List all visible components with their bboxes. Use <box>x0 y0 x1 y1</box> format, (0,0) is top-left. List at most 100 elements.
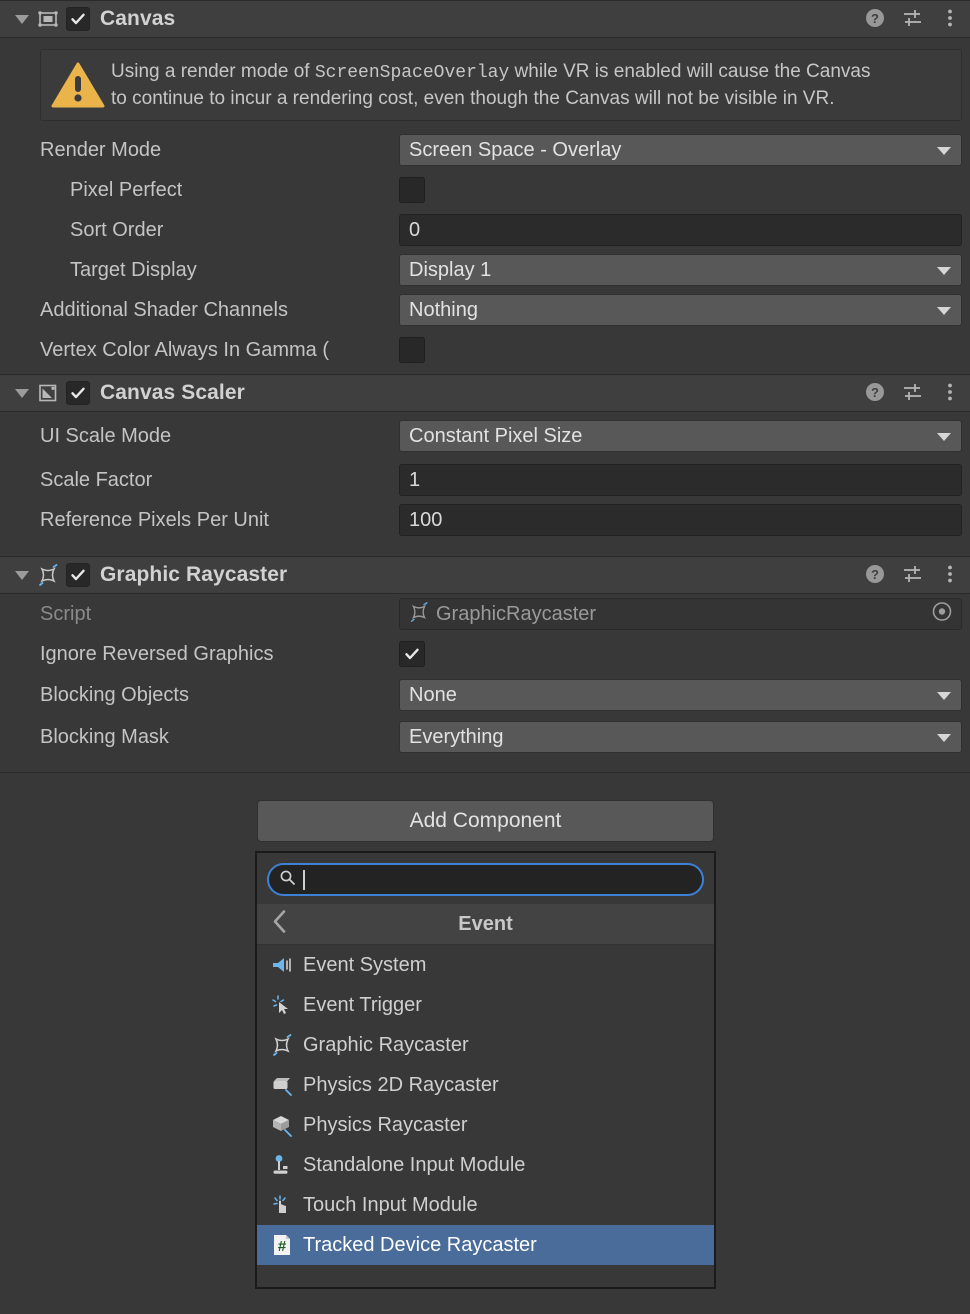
dropdown-nav-bar[interactable]: Event <box>257 904 714 945</box>
target-display-dropdown[interactable]: Display 1 <box>399 254 962 286</box>
input-value: 1 <box>409 469 420 492</box>
blocking-objects-dropdown[interactable]: None <box>399 679 962 711</box>
list-item[interactable]: Physics Raycaster <box>257 1105 714 1145</box>
pixel-perfect-checkbox[interactable] <box>399 177 425 203</box>
input-value: 100 <box>409 509 442 532</box>
chevron-down-icon <box>937 692 951 700</box>
dropdown-value: Screen Space - Overlay <box>409 139 621 162</box>
foldout-arrow-canvas-scaler[interactable] <box>12 374 32 412</box>
property-label: Scale Factor <box>0 469 152 492</box>
preset-icon[interactable] <box>902 7 924 34</box>
chevron-down-icon <box>937 433 951 441</box>
property-row-additional-shader-channels: Additional Shader Channels Nothing <box>0 290 970 330</box>
add-component-area: Add Component Event <box>0 773 970 1281</box>
blocking-mask-dropdown[interactable]: Everything <box>399 721 962 753</box>
kebab-menu-icon[interactable] <box>940 381 960 408</box>
add-component-dropdown-panel: Event Event System <box>255 851 716 1289</box>
search-icon <box>279 869 296 891</box>
scale-factor-input[interactable]: 1 <box>399 464 962 496</box>
search-row <box>257 853 714 904</box>
property-row-blocking-mask: Blocking Mask Everything <box>0 716 970 758</box>
script-object-field[interactable]: GraphicRaycaster <box>399 598 962 630</box>
enabled-checkbox-graphic-raycaster[interactable] <box>66 563 90 587</box>
enabled-checkbox-canvas[interactable] <box>66 7 90 31</box>
component-body-canvas-scaler: UI Scale Mode Constant Pixel Size Scale … <box>0 412 970 556</box>
list-item-label: Touch Input Module <box>303 1194 478 1217</box>
panel-footer <box>257 1265 714 1287</box>
property-row-ignore-reversed-graphics: Ignore Reversed Graphics <box>0 634 970 674</box>
property-row-render-mode: Render Mode Screen Space - Overlay <box>0 130 970 170</box>
search-input[interactable] <box>267 863 704 896</box>
sort-order-input[interactable]: 0 <box>399 214 962 246</box>
list-item-label: Event System <box>303 954 426 977</box>
add-component-button[interactable]: Add Component <box>257 800 714 842</box>
component-header-canvas[interactable]: Canvas ? <box>0 0 970 38</box>
property-label: Pixel Perfect <box>0 179 182 202</box>
list-item-label: Standalone Input Module <box>303 1154 525 1177</box>
property-row-vertex-color-gamma: Vertex Color Always In Gamma ( <box>0 330 970 370</box>
property-row-script: Script GraphicRaycaster <box>0 594 970 634</box>
help-icon[interactable]: ? <box>864 563 886 590</box>
property-row-ui-scale-mode: UI Scale Mode Constant Pixel Size <box>0 412 970 460</box>
warning-icon <box>49 61 107 109</box>
chevron-down-icon <box>937 147 951 155</box>
additional-shader-channels-dropdown[interactable]: Nothing <box>399 294 962 326</box>
help-icon[interactable]: ? <box>864 7 886 34</box>
warning-text: Using a render mode of ScreenSpaceOverla… <box>111 59 870 112</box>
property-row-reference-pixels-per-unit: Reference Pixels Per Unit 100 <box>0 500 970 540</box>
event-system-icon <box>269 952 295 978</box>
standalone-input-module-icon <box>269 1152 295 1178</box>
list-item[interactable]: # Tracked Device Raycaster <box>257 1225 714 1265</box>
physics-raycaster-icon <box>269 1112 295 1138</box>
component-header-canvas-scaler[interactable]: Canvas Scaler ? <box>0 374 970 412</box>
kebab-menu-icon[interactable] <box>940 7 960 34</box>
object-picker-icon[interactable] <box>931 601 953 628</box>
list-item[interactable]: Physics 2D Raycaster <box>257 1065 714 1105</box>
list-item-label: Tracked Device Raycaster <box>303 1234 537 1257</box>
list-item[interactable]: Graphic Raycaster <box>257 1025 714 1065</box>
graphic-raycaster-icon <box>269 1032 295 1058</box>
property-label: Target Display <box>0 259 197 282</box>
graphic-raycaster-icon <box>408 601 430 628</box>
canvas-icon <box>36 7 60 31</box>
dropdown-value: None <box>409 684 457 707</box>
list-item[interactable]: Event Trigger <box>257 985 714 1025</box>
unity-inspector-panel: Canvas ? <box>0 0 970 1314</box>
property-label: Reference Pixels Per Unit <box>0 509 269 532</box>
list-item[interactable]: Standalone Input Module <box>257 1145 714 1185</box>
kebab-menu-icon[interactable] <box>940 563 960 590</box>
warning-helpbox: Using a render mode of ScreenSpaceOverla… <box>40 49 962 121</box>
help-icon[interactable]: ? <box>864 381 886 408</box>
event-trigger-icon <box>269 992 295 1018</box>
dropdown-value: Everything <box>409 726 504 749</box>
property-row-pixel-perfect: Pixel Perfect <box>0 170 970 210</box>
svg-text:#: # <box>278 1238 287 1255</box>
text-caret <box>303 870 305 890</box>
property-label: Sort Order <box>0 219 163 242</box>
property-label: Additional Shader Channels <box>0 299 288 322</box>
list-item[interactable]: Event System <box>257 945 714 985</box>
dropdown-value: Display 1 <box>409 259 491 282</box>
list-item-label: Event Trigger <box>303 994 422 1017</box>
foldout-arrow-canvas[interactable] <box>12 0 32 38</box>
list-item[interactable]: Touch Input Module <box>257 1185 714 1225</box>
chevron-left-icon[interactable] <box>271 909 289 940</box>
enabled-checkbox-canvas-scaler[interactable] <box>66 381 90 405</box>
ui-scale-mode-dropdown[interactable]: Constant Pixel Size <box>399 420 962 452</box>
dropdown-nav-title: Event <box>257 913 714 936</box>
preset-icon[interactable] <box>902 563 924 590</box>
render-mode-dropdown[interactable]: Screen Space - Overlay <box>399 134 962 166</box>
property-label: UI Scale Mode <box>0 425 171 448</box>
property-label: Ignore Reversed Graphics <box>0 643 273 666</box>
preset-icon[interactable] <box>902 381 924 408</box>
vertex-color-gamma-checkbox[interactable] <box>399 337 425 363</box>
foldout-arrow-graphic-raycaster[interactable] <box>12 556 32 594</box>
ignore-reversed-graphics-checkbox[interactable] <box>399 641 425 667</box>
component-header-actions-canvas-scaler: ? <box>864 375 960 413</box>
property-label: Blocking Objects <box>0 684 189 707</box>
component-title: Canvas Scaler <box>100 381 245 405</box>
component-header-graphic-raycaster[interactable]: Graphic Raycaster ? <box>0 556 970 594</box>
reference-pixels-per-unit-input[interactable]: 100 <box>399 504 962 536</box>
canvas-scaler-icon <box>36 381 60 405</box>
svg-text:?: ? <box>871 11 879 26</box>
